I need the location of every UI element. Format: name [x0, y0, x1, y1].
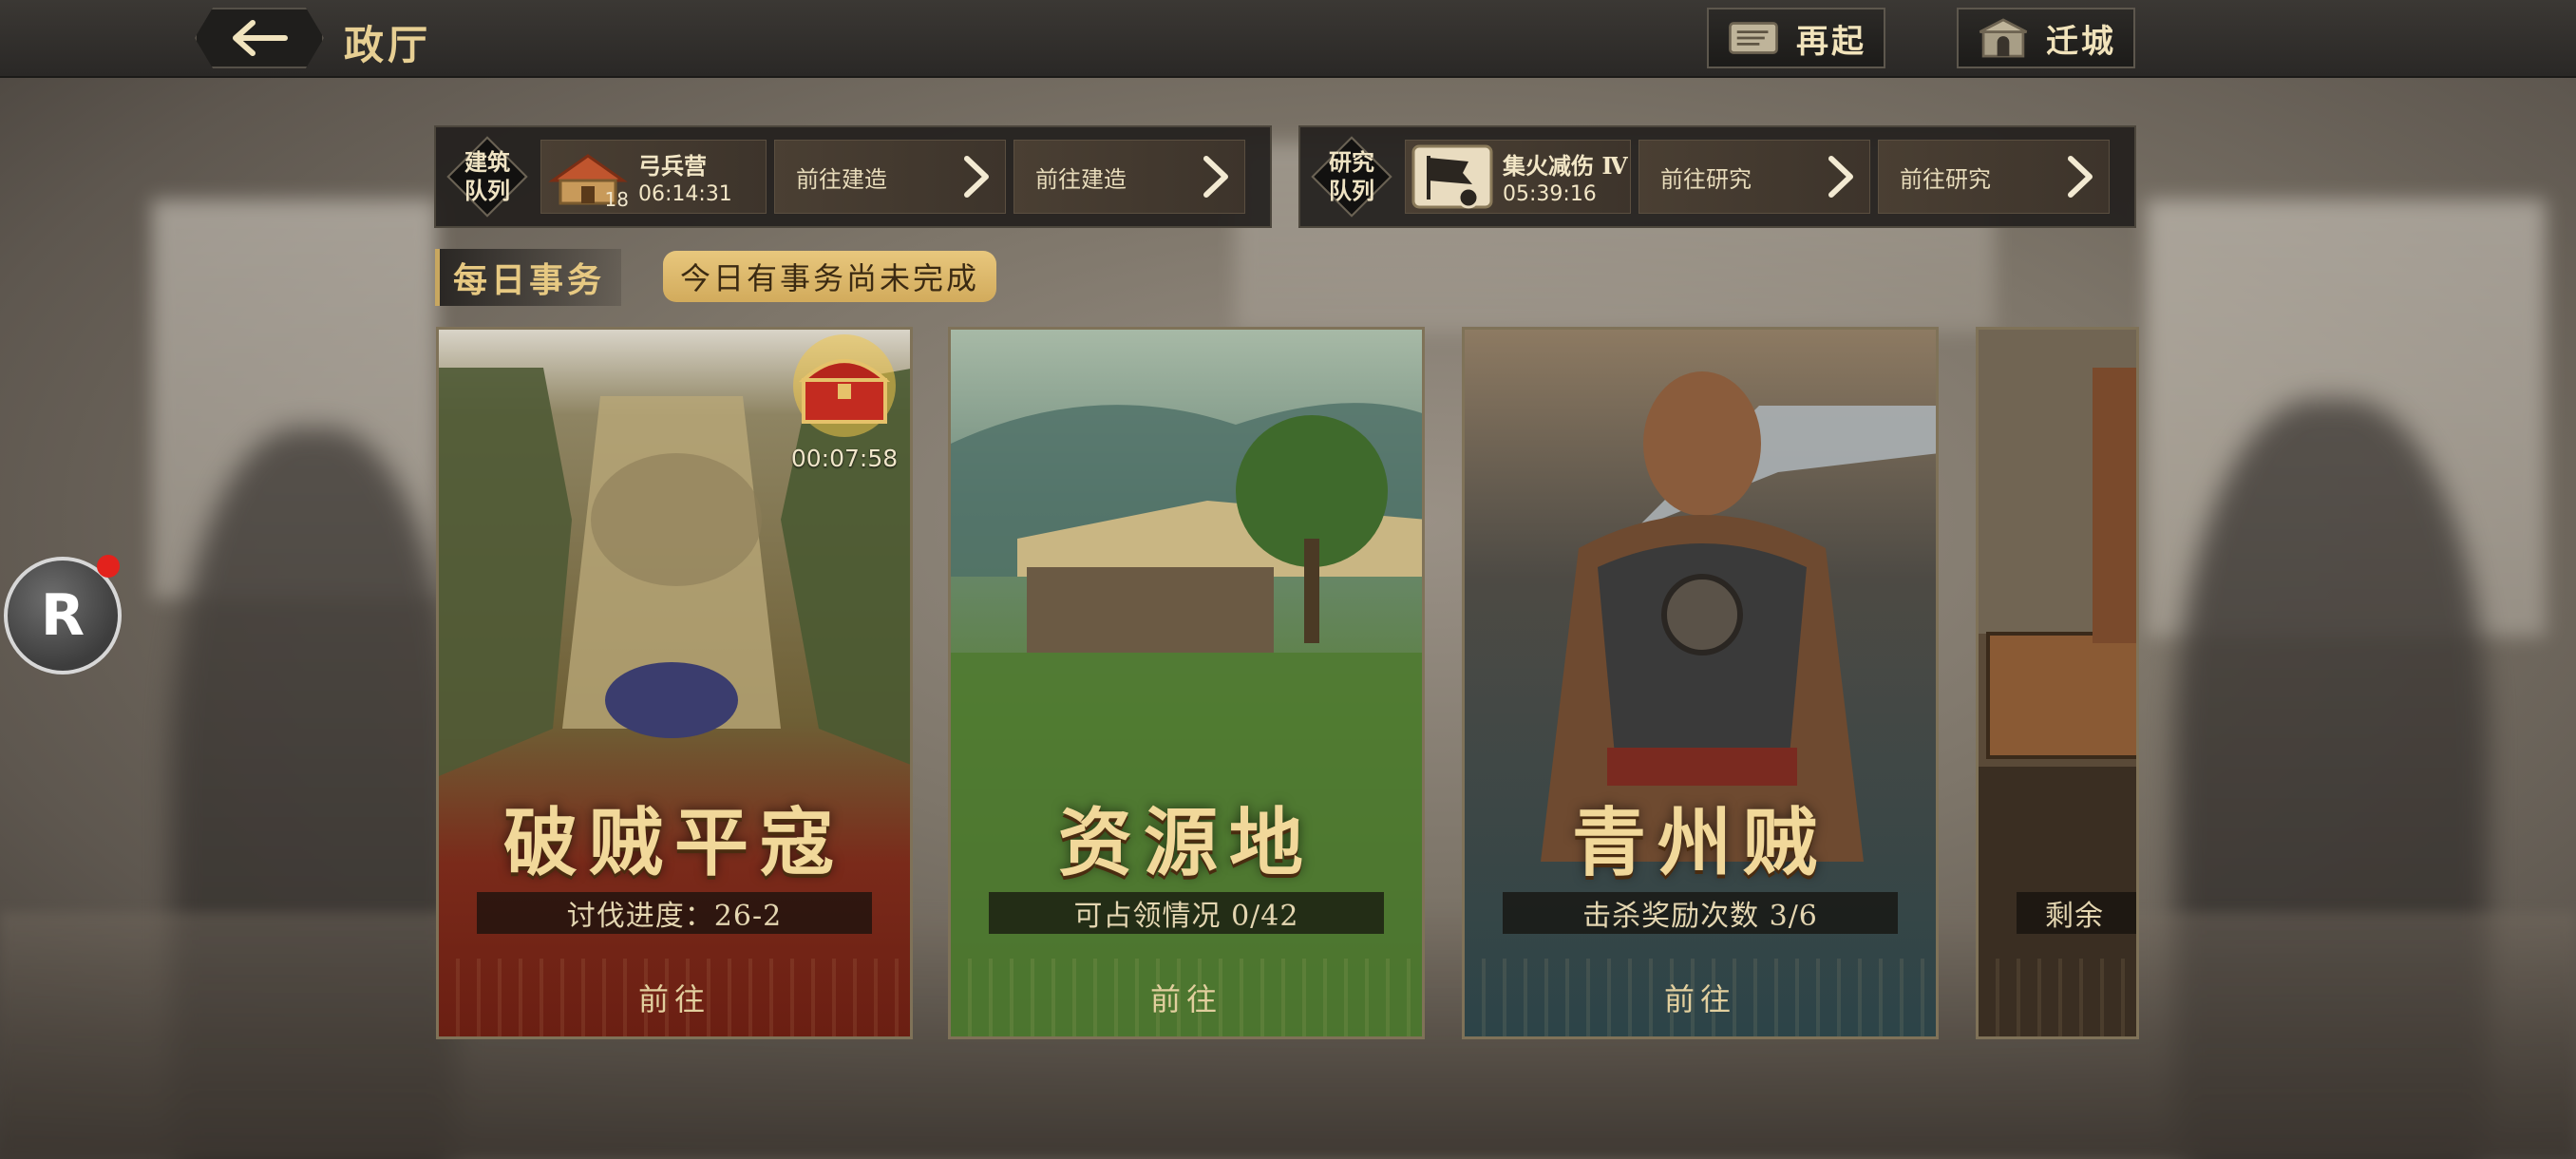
daily-notice-badge: 今日有事务尚未完成	[663, 251, 997, 302]
research-queue-panel: 研究 队列 集火减伤 Ⅳ 05:39:16 前往研究 前往研究	[1298, 125, 2136, 228]
top-bar: 政厅 再起 迁城	[0, 0, 2576, 78]
relocate-city-label: 迁城	[2046, 22, 2116, 61]
research-queue-current[interactable]: 集火减伤 Ⅳ 05:39:16	[1405, 140, 1631, 214]
daily-affairs-header: 每日事务	[435, 249, 621, 306]
building-level: 18	[604, 188, 629, 211]
card-title: 青州贼	[1571, 800, 1828, 886]
build-queue-badge-line2: 队列	[464, 177, 510, 204]
card-progress-text: 可占领情况 0/42	[1073, 900, 1299, 933]
build-queue-current[interactable]: 18 弓兵营 06:14:31	[540, 140, 767, 214]
card-progress: 讨伐进度：26-2	[477, 892, 872, 934]
card-go-label: 前往	[1663, 981, 1736, 1017]
card-go-button[interactable]: 前往	[951, 959, 1422, 1036]
arrow-left-icon	[233, 20, 288, 56]
research-name: 集火减伤 Ⅳ	[1503, 152, 1628, 180]
notification-dot	[97, 555, 120, 578]
chevron-right-icon	[1828, 156, 1853, 198]
card-progress-text: 剩余	[2045, 900, 2104, 933]
build-queue-badge: 建筑 队列	[442, 131, 533, 222]
city-gate-icon	[1972, 14, 2035, 62]
task-card-resource-land[interactable]: 资源地 可占领情况 0/42 前往	[948, 327, 1425, 1039]
go-research-label: 前往研究	[1900, 165, 1991, 193]
go-research-slot-1[interactable]: 前往研究	[1638, 140, 1870, 214]
card-go-button[interactable]: 前往	[1465, 959, 1936, 1036]
card-progress: 剩余	[2017, 892, 2136, 934]
building-timer: 06:14:31	[638, 182, 732, 206]
daily-affairs-title: 每日事务	[453, 260, 606, 300]
card-progress-text: 讨伐进度：26-2	[566, 900, 783, 933]
research-queue-badge-line1: 研究	[1329, 148, 1374, 176]
relocate-city-button[interactable]: 迁城	[1957, 8, 2135, 68]
card-progress: 击杀奖励次数 3/6	[1503, 892, 1898, 934]
card-progress: 可占领情况 0/42	[989, 892, 1384, 934]
chevron-right-icon	[2068, 156, 2093, 198]
archery-camp-icon: 18	[545, 142, 631, 211]
card-go-button[interactable]: 前往	[439, 959, 910, 1036]
page-title: 政厅	[344, 22, 432, 68]
card-go-label: 前往	[637, 981, 710, 1017]
go-research-slot-2[interactable]: 前往研究	[1878, 140, 2110, 214]
research-queue-badge: 研究 队列	[1306, 131, 1397, 222]
research-timer: 05:39:16	[1503, 182, 1597, 206]
build-queue-badge-line1: 建筑	[464, 148, 510, 176]
treasure-chest-icon[interactable]	[786, 332, 902, 439]
go-build-label: 前往建造	[796, 165, 887, 193]
card-go-label: 前往	[1149, 981, 1222, 1017]
chest-timer: 00:07:58	[790, 445, 899, 472]
go-build-slot-1[interactable]: 前往建造	[774, 140, 1006, 214]
research-queue-badge-line2: 队列	[1329, 177, 1374, 204]
chevron-right-icon	[964, 156, 989, 198]
banner-icon	[1410, 142, 1495, 211]
back-button[interactable]	[195, 8, 324, 68]
go-build-label: 前往建造	[1035, 165, 1127, 193]
go-build-slot-2[interactable]: 前往建造	[1013, 140, 1245, 214]
rise-again-label: 再起	[1796, 22, 1866, 61]
chevron-right-icon	[1203, 156, 1228, 198]
task-card-partial[interactable]: 剩余	[1976, 327, 2139, 1039]
rise-again-button[interactable]: 再起	[1707, 8, 1885, 68]
task-card-qingzhou-bandit[interactable]: 青州贼 击杀奖励次数 3/6 前往	[1462, 327, 1939, 1039]
card-title: 破贼平寇	[502, 800, 845, 886]
card-progress-text: 击杀奖励次数 3/6	[1582, 900, 1818, 933]
go-research-label: 前往研究	[1660, 165, 1752, 193]
scroll-icon	[1722, 14, 1785, 62]
card-title: 资源地	[1057, 800, 1315, 886]
floating-assistant-label: R	[40, 582, 85, 649]
build-queue-panel: 建筑 队列 18 弓兵营 06:14:31 前往建造 前往建造	[434, 125, 1272, 228]
building-name: 弓兵营	[638, 152, 707, 180]
daily-notice-text: 今日有事务尚未完成	[680, 260, 980, 296]
